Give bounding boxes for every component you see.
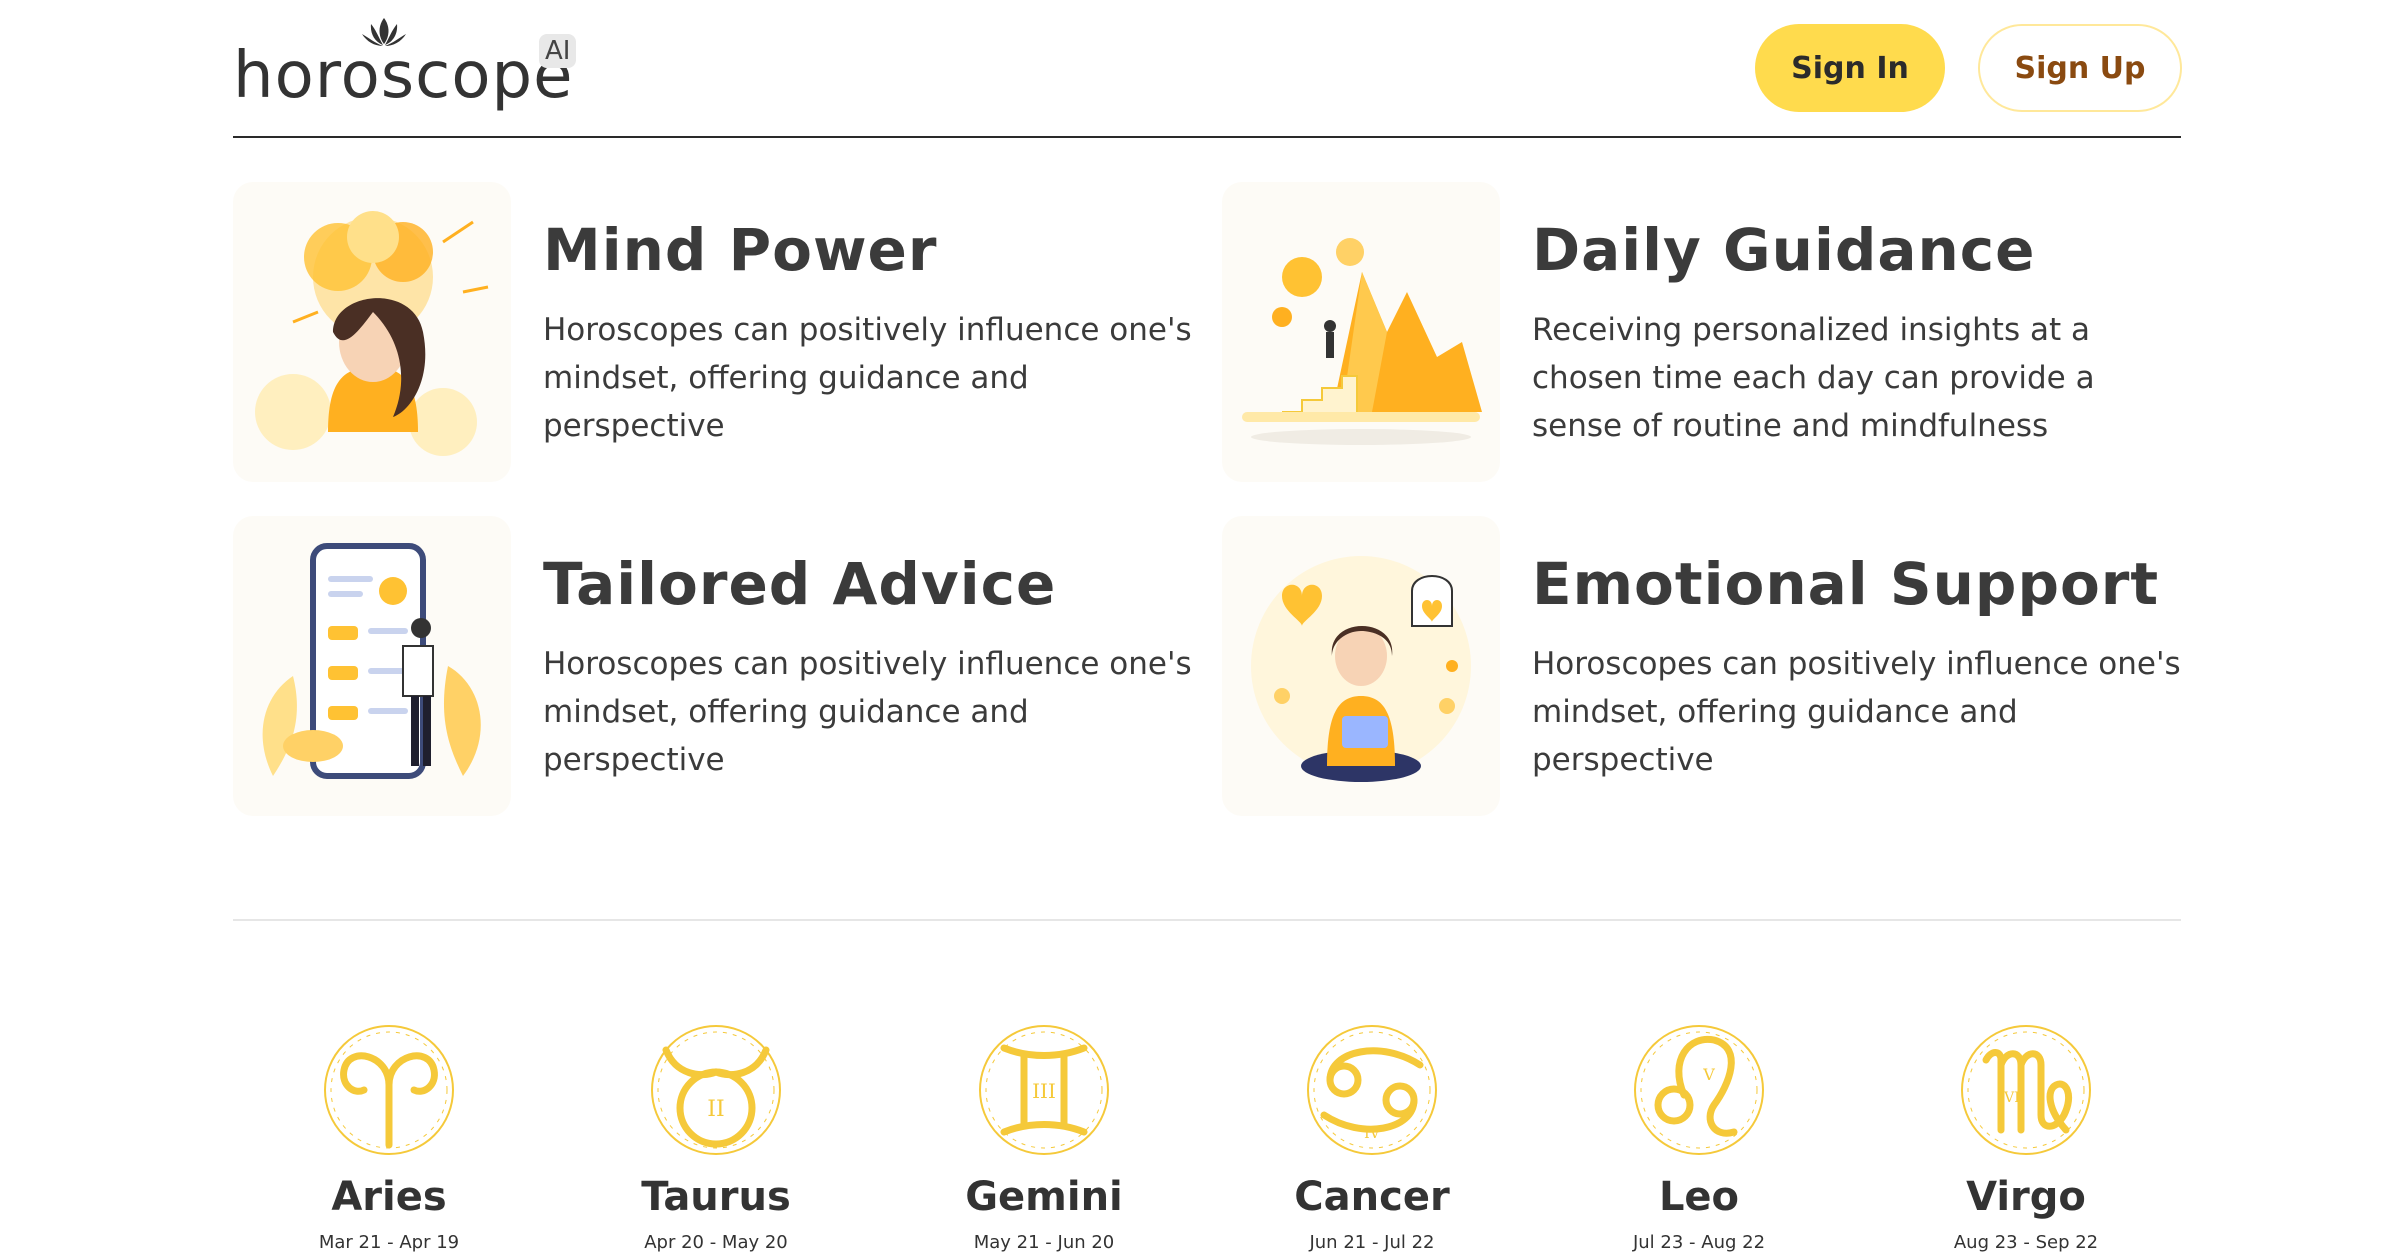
feature-emotional-support: Emotional Support Horoscopes can positiv… [1222, 516, 2202, 816]
feature-description: Horoscopes can positively influence one'… [543, 646, 1192, 778]
zodiac-name: Taurus [641, 1174, 791, 1220]
cancer-icon: IV [1307, 1025, 1437, 1155]
svg-text:III: III [1032, 1079, 1056, 1103]
daily-guidance-illustration [1222, 182, 1500, 482]
page: horoscope AI Sign In Sign Up Mind Power … [0, 0, 2400, 1260]
aries-icon [324, 1025, 454, 1155]
zodiac-dates: Jun 21 - Jul 22 [1309, 1232, 1435, 1253]
zodiac-name: Gemini [965, 1174, 1123, 1220]
feature-title: Emotional Support [1532, 550, 2160, 618]
svg-text:VI: VI [2003, 1090, 2020, 1106]
ai-badge: AI [539, 34, 577, 68]
zodiac-name: Aries [331, 1174, 447, 1220]
leo-icon: V [1634, 1025, 1764, 1155]
top-header: horoscope AI Sign In Sign Up [233, 0, 2182, 138]
logo-text: horoscope [233, 39, 574, 113]
zodiac-name: Virgo [1966, 1174, 2086, 1220]
zodiac-dates: May 21 - Jun 20 [973, 1232, 1115, 1253]
svg-text:IV: IV [1364, 1126, 1381, 1142]
feature-daily-guidance: Daily Guidance Receiving personalized in… [1222, 182, 2202, 482]
feature-title: Daily Guidance [1532, 216, 2036, 284]
tailored-advice-illustration [233, 516, 511, 816]
sign-in-button[interactable]: Sign In [1755, 24, 1945, 112]
mind-power-illustration [233, 182, 511, 482]
mind-power-art-icon [255, 211, 489, 456]
zodiac-card-leo[interactable]: V Leo Jul 23 - Aug 22 [1579, 1020, 1819, 1253]
feature-description: Horoscopes can positively influence one'… [1532, 646, 2181, 778]
zodiac-card-cancer[interactable]: IV Cancer Jun 21 - Jul 22 [1252, 1020, 1492, 1253]
emotional-support-illustration [1222, 516, 1500, 816]
logo[interactable]: horoscope AI [233, 14, 593, 124]
virgo-icon: VI [1961, 1025, 2091, 1155]
feature-description: Receiving personalized insights at a cho… [1532, 312, 2095, 444]
feature-title: Mind Power [543, 216, 938, 284]
zodiac-name: Cancer [1294, 1174, 1450, 1220]
feature-description: Horoscopes can positively influence one'… [543, 312, 1192, 444]
feature-title: Tailored Advice [543, 550, 1057, 618]
zodiac-dates: Aug 23 - Sep 22 [1953, 1232, 2099, 1253]
zodiac-dates: Jul 23 - Aug 22 [1632, 1232, 1766, 1253]
svg-text:V: V [1702, 1065, 1715, 1084]
taurus-icon: II [651, 1025, 781, 1155]
zodiac-card-gemini[interactable]: III Gemini May 21 - Jun 20 [924, 1020, 1164, 1253]
zodiac-dates: Mar 21 - Apr 19 [318, 1232, 460, 1253]
tailored-advice-art-icon [262, 543, 481, 779]
zodiac-card-aries[interactable]: Aries Mar 21 - Apr 19 [269, 1020, 509, 1253]
gemini-icon: III [979, 1025, 1109, 1155]
feature-mind-power: Mind Power Horoscopes can positively inf… [233, 182, 1213, 482]
feature-tailored-advice: Tailored Advice Horoscopes can positivel… [233, 516, 1213, 816]
svg-text:II: II [707, 1097, 724, 1122]
zodiac-card-virgo[interactable]: VI Virgo Aug 23 - Sep 22 [1906, 1020, 2146, 1253]
sign-up-button[interactable]: Sign Up [1978, 24, 2182, 112]
zodiac-name: Leo [1658, 1174, 1740, 1220]
zodiac-card-taurus[interactable]: II Taurus Apr 20 - May 20 [596, 1020, 836, 1253]
emotional-support-art-icon [1251, 556, 1471, 782]
daily-guidance-art-icon [1242, 238, 1482, 445]
zodiac-dates: Apr 20 - May 20 [644, 1232, 788, 1253]
section-divider [233, 919, 2181, 921]
